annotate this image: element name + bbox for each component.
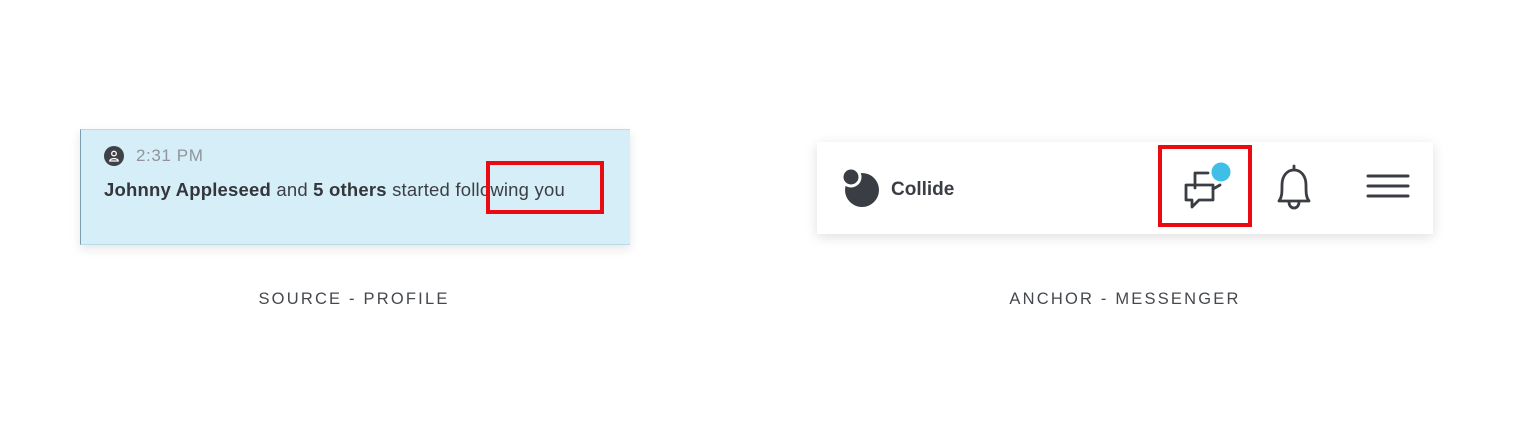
notification-others[interactable]: 5 others xyxy=(313,179,387,200)
brand-name: Collide xyxy=(891,178,955,200)
brand[interactable]: Collide xyxy=(840,166,955,213)
notification-action: started xyxy=(386,179,456,200)
notification-card[interactable]: 2:31 PM Johnny Appleseed and 5 others st… xyxy=(80,129,630,245)
notification-you: you xyxy=(529,179,565,200)
notification-connector: and xyxy=(271,179,314,200)
hamburger-menu-icon xyxy=(1365,170,1411,207)
menu-button[interactable] xyxy=(1363,170,1413,206)
messenger-button[interactable] xyxy=(1177,162,1237,216)
notification-time: 2:31 PM xyxy=(136,146,204,165)
user-icon xyxy=(104,146,124,166)
comparison-stage: 2:31 PM Johnny Appleseed and 5 others st… xyxy=(0,0,1513,439)
notification-message: Johnny Appleseed and 5 others started fo… xyxy=(104,176,604,203)
notification-meta: 2:31 PM xyxy=(104,146,204,166)
source-caption: SOURCE - PROFILE xyxy=(258,290,450,308)
messenger-icon xyxy=(1179,161,1235,218)
app-navbar: Collide xyxy=(817,142,1433,234)
collide-logo-icon xyxy=(840,166,881,213)
notification-following: following xyxy=(455,179,530,200)
bell-icon xyxy=(1271,163,1317,216)
anchor-caption: ANCHOR - MESSENGER xyxy=(1009,290,1241,308)
messenger-badge xyxy=(1211,162,1231,181)
notifications-button[interactable] xyxy=(1269,164,1319,214)
notification-actor[interactable]: Johnny Appleseed xyxy=(104,179,271,200)
